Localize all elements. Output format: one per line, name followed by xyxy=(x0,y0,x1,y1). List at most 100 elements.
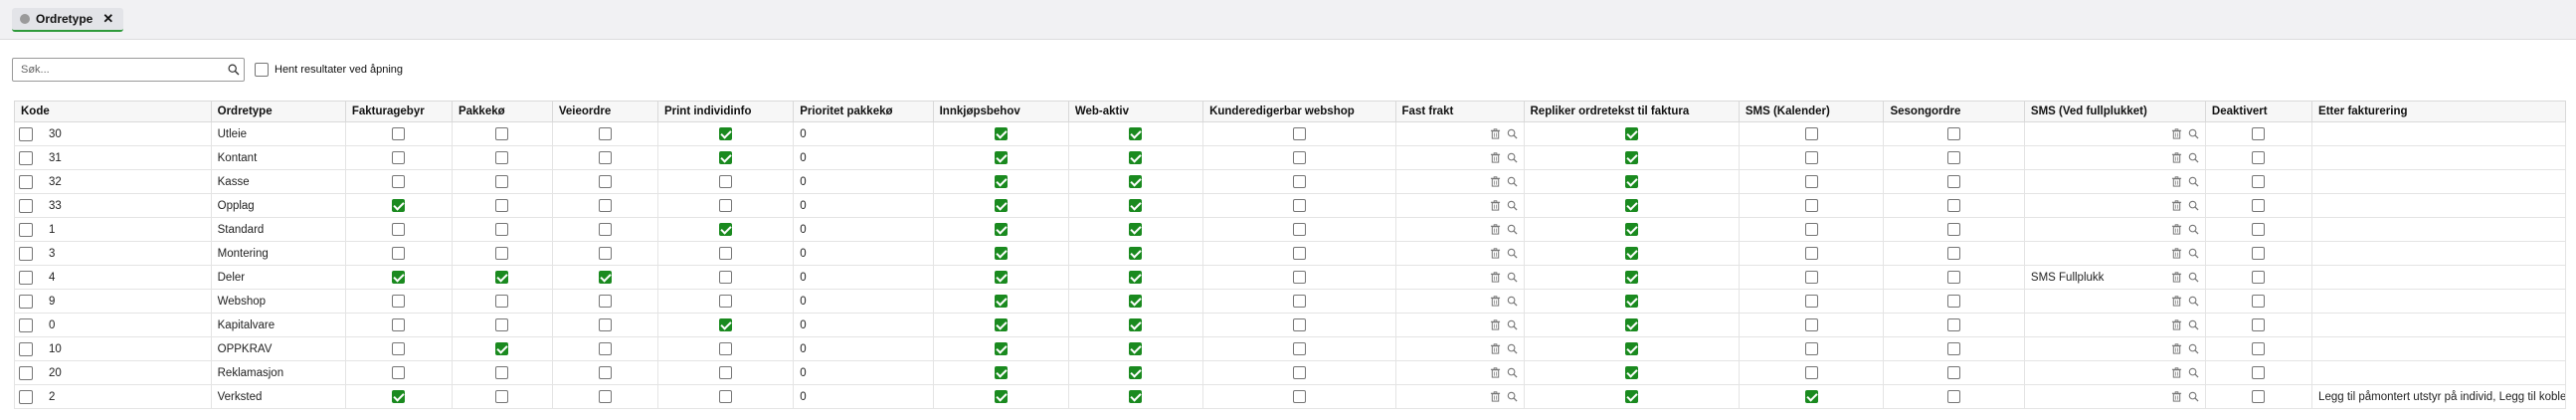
innkjopsbehov-checkbox[interactable] xyxy=(994,247,1008,260)
innkjopsbehov-checkbox[interactable] xyxy=(994,390,1008,403)
table-row[interactable]: 31 Kontant 0 xyxy=(14,145,2566,170)
kunderedigerbar-webshop-checkbox[interactable] xyxy=(1292,342,1306,355)
print-individinfo-checkbox[interactable] xyxy=(719,175,733,188)
fakturagebyr-checkbox[interactable] xyxy=(392,247,406,260)
web-aktiv-checkbox[interactable] xyxy=(1129,247,1143,260)
search-input[interactable] xyxy=(19,63,228,77)
deaktivert-checkbox[interactable] xyxy=(2252,151,2266,164)
column-header[interactable]: Fast frakt xyxy=(1394,101,1525,122)
sms-kalender-checkbox[interactable] xyxy=(1804,199,1818,212)
sms-kalender-checkbox[interactable] xyxy=(1804,223,1818,236)
search-icon[interactable] xyxy=(2188,296,2199,307)
search-icon[interactable] xyxy=(1507,152,1518,163)
column-header[interactable]: Innkjøpsbehov xyxy=(932,101,1069,122)
search-icon[interactable] xyxy=(1507,296,1518,307)
print-individinfo-checkbox[interactable] xyxy=(719,342,733,355)
fakturagebyr-checkbox[interactable] xyxy=(392,127,406,140)
print-individinfo-checkbox[interactable] xyxy=(719,151,733,164)
search-icon[interactable] xyxy=(2188,200,2199,211)
fakturagebyr-checkbox[interactable] xyxy=(392,223,406,236)
veieordre-checkbox[interactable] xyxy=(598,390,612,403)
autoload-toggle[interactable]: Hent resultater ved åpning xyxy=(255,63,403,77)
deaktivert-checkbox[interactable] xyxy=(2252,318,2266,331)
trash-icon[interactable] xyxy=(2171,296,2182,307)
column-header[interactable]: Prioritet pakkekø xyxy=(793,101,934,122)
table-row[interactable]: 4 Deler 0 SMS Fullplukk xyxy=(14,265,2566,290)
column-header[interactable]: Etter fakturering xyxy=(2311,101,2566,122)
table-row[interactable]: 9 Webshop 0 xyxy=(14,289,2566,314)
column-header[interactable]: Kunderedigerbar webshop xyxy=(1202,101,1396,122)
sesongordre-checkbox[interactable] xyxy=(1947,318,1961,331)
search-icon[interactable] xyxy=(2188,176,2199,187)
pakkeko-checkbox[interactable] xyxy=(495,199,509,212)
fakturagebyr-checkbox[interactable] xyxy=(392,151,406,164)
kunderedigerbar-webshop-checkbox[interactable] xyxy=(1292,151,1306,164)
repliker-ordretekst-checkbox[interactable] xyxy=(1624,342,1638,355)
kunderedigerbar-webshop-checkbox[interactable] xyxy=(1292,247,1306,260)
sms-kalender-checkbox[interactable] xyxy=(1804,271,1818,284)
veieordre-checkbox[interactable] xyxy=(598,127,612,140)
deaktivert-checkbox[interactable] xyxy=(2252,247,2266,260)
kunderedigerbar-webshop-checkbox[interactable] xyxy=(1292,175,1306,188)
column-header[interactable]: SMS (Kalender) xyxy=(1738,101,1885,122)
print-individinfo-checkbox[interactable] xyxy=(719,247,733,260)
autoload-checkbox[interactable] xyxy=(255,63,269,77)
trash-icon[interactable] xyxy=(2171,367,2182,378)
print-individinfo-checkbox[interactable] xyxy=(719,366,733,379)
sesongordre-checkbox[interactable] xyxy=(1947,271,1961,284)
search-icon[interactable] xyxy=(228,64,240,76)
column-header[interactable]: Web-aktiv xyxy=(1067,101,1204,122)
search-icon[interactable] xyxy=(2188,152,2199,163)
trash-icon[interactable] xyxy=(2171,391,2182,402)
fakturagebyr-checkbox[interactable] xyxy=(392,366,406,379)
print-individinfo-checkbox[interactable] xyxy=(719,199,733,212)
sesongordre-checkbox[interactable] xyxy=(1947,127,1961,140)
kunderedigerbar-webshop-checkbox[interactable] xyxy=(1292,127,1306,140)
row-select-checkbox[interactable] xyxy=(19,389,33,404)
row-select-checkbox[interactable] xyxy=(19,150,33,165)
deaktivert-checkbox[interactable] xyxy=(2252,342,2266,355)
fakturagebyr-checkbox[interactable] xyxy=(392,295,406,308)
sms-kalender-checkbox[interactable] xyxy=(1804,127,1818,140)
row-select-checkbox[interactable] xyxy=(19,341,33,356)
fakturagebyr-checkbox[interactable] xyxy=(392,342,406,355)
tab-ordretype[interactable]: Ordretype ✕ xyxy=(12,8,124,32)
repliker-ordretekst-checkbox[interactable] xyxy=(1624,247,1638,260)
web-aktiv-checkbox[interactable] xyxy=(1129,151,1143,164)
search-icon[interactable] xyxy=(1507,391,1518,402)
sms-kalender-checkbox[interactable] xyxy=(1804,390,1818,403)
sesongordre-checkbox[interactable] xyxy=(1947,366,1961,379)
print-individinfo-checkbox[interactable] xyxy=(719,318,733,331)
trash-icon[interactable] xyxy=(2171,343,2182,354)
sms-kalender-checkbox[interactable] xyxy=(1804,175,1818,188)
web-aktiv-checkbox[interactable] xyxy=(1129,318,1143,331)
innkjopsbehov-checkbox[interactable] xyxy=(994,366,1008,379)
repliker-ordretekst-checkbox[interactable] xyxy=(1624,199,1638,212)
repliker-ordretekst-checkbox[interactable] xyxy=(1624,366,1638,379)
deaktivert-checkbox[interactable] xyxy=(2252,366,2266,379)
table-row[interactable]: 1 Standard 0 xyxy=(14,217,2566,242)
web-aktiv-checkbox[interactable] xyxy=(1129,366,1143,379)
veieordre-checkbox[interactable] xyxy=(598,223,612,236)
trash-icon[interactable] xyxy=(2171,272,2182,283)
veieordre-checkbox[interactable] xyxy=(598,175,612,188)
column-header[interactable]: Kode xyxy=(14,101,212,122)
web-aktiv-checkbox[interactable] xyxy=(1129,390,1143,403)
table-row[interactable]: 3 Montering 0 xyxy=(14,241,2566,266)
row-select-checkbox[interactable] xyxy=(19,126,33,141)
search-icon[interactable] xyxy=(2188,128,2199,139)
web-aktiv-checkbox[interactable] xyxy=(1129,199,1143,212)
sesongordre-checkbox[interactable] xyxy=(1947,295,1961,308)
pakkeko-checkbox[interactable] xyxy=(495,390,509,403)
row-select-checkbox[interactable] xyxy=(19,174,33,189)
fakturagebyr-checkbox[interactable] xyxy=(392,175,406,188)
column-header[interactable]: Veieordre xyxy=(551,101,658,122)
column-header[interactable]: Ordretype xyxy=(210,101,346,122)
search-icon[interactable] xyxy=(2188,391,2199,402)
veieordre-checkbox[interactable] xyxy=(598,342,612,355)
table-row[interactable]: 10 OPPKRAV 0 xyxy=(14,336,2566,361)
innkjopsbehov-checkbox[interactable] xyxy=(994,271,1008,284)
kunderedigerbar-webshop-checkbox[interactable] xyxy=(1292,390,1306,403)
sms-kalender-checkbox[interactable] xyxy=(1804,366,1818,379)
row-select-checkbox[interactable] xyxy=(19,365,33,380)
